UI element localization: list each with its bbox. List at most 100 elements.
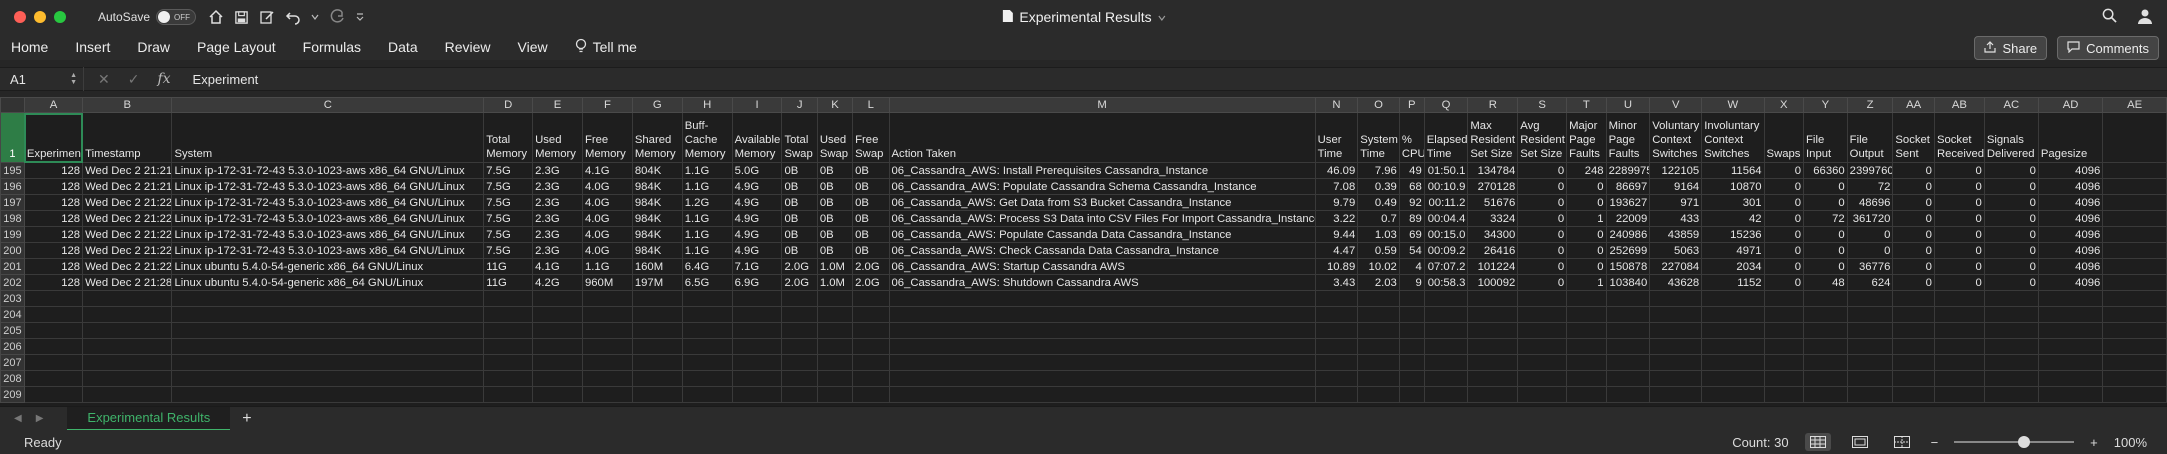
cell[interactable] xyxy=(1933,306,1985,323)
cell[interactable]: 0.59 xyxy=(1357,242,1400,259)
cell[interactable] xyxy=(1314,322,1359,339)
cell[interactable] xyxy=(1605,322,1651,339)
column-header[interactable]: N xyxy=(1314,97,1359,113)
header-cell[interactable]: User Time xyxy=(1314,112,1359,163)
cell[interactable] xyxy=(1423,354,1469,371)
cell[interactable] xyxy=(1763,306,1805,323)
cell[interactable] xyxy=(82,370,173,387)
cell[interactable] xyxy=(2102,162,2167,179)
cell[interactable]: 624 xyxy=(1846,274,1894,291)
cell[interactable] xyxy=(483,306,534,323)
cell[interactable] xyxy=(781,354,818,371)
cell[interactable]: 4.0G xyxy=(581,242,633,259)
tab-formulas[interactable]: Formulas xyxy=(303,39,361,55)
cell[interactable]: 0 xyxy=(1566,178,1607,195)
header-cell[interactable]: Free Memory xyxy=(581,112,633,163)
column-header[interactable]: B xyxy=(82,97,173,113)
cell[interactable]: 10.89 xyxy=(1314,258,1359,275)
cell[interactable] xyxy=(1649,322,1703,339)
cell[interactable] xyxy=(1803,338,1848,355)
cell[interactable] xyxy=(1517,386,1568,403)
cell[interactable] xyxy=(1983,386,2039,403)
cell[interactable]: 48 xyxy=(1803,274,1848,291)
cell[interactable] xyxy=(681,322,733,339)
cell[interactable] xyxy=(1892,338,1935,355)
cell[interactable]: 248 xyxy=(1566,162,1607,179)
cell[interactable]: 4.0G xyxy=(581,210,633,227)
cell[interactable] xyxy=(816,354,854,371)
cell[interactable] xyxy=(2037,370,2104,387)
home-icon[interactable] xyxy=(208,9,224,25)
cell[interactable]: 72 xyxy=(1846,178,1894,195)
cell[interactable]: 0 xyxy=(1983,162,2039,179)
cell[interactable]: 0 xyxy=(1566,194,1607,211)
cell[interactable] xyxy=(2102,354,2167,371)
cell[interactable] xyxy=(631,290,683,307)
cell[interactable]: 101224 xyxy=(1467,258,1519,275)
header-cell[interactable]: System xyxy=(171,112,485,163)
cell[interactable]: 11G xyxy=(483,258,534,275)
page-layout-view-button[interactable] xyxy=(1847,433,1873,451)
cell[interactable] xyxy=(483,354,534,371)
cell[interactable] xyxy=(681,386,733,403)
cell[interactable]: 128 xyxy=(23,194,84,211)
cell[interactable]: 00:15.0 xyxy=(1423,226,1469,243)
redo-icon[interactable] xyxy=(329,9,345,25)
cell[interactable]: 1.1G xyxy=(681,210,733,227)
cell[interactable] xyxy=(1803,306,1848,323)
cell[interactable] xyxy=(581,306,633,323)
cell[interactable] xyxy=(1846,354,1894,371)
cell[interactable] xyxy=(1566,322,1607,339)
cell[interactable]: 11564 xyxy=(1701,162,1765,179)
cell[interactable]: 0B xyxy=(852,194,890,211)
cell[interactable] xyxy=(852,386,890,403)
cell[interactable] xyxy=(1983,354,2039,371)
cell[interactable]: 150878 xyxy=(1605,258,1651,275)
cell[interactable] xyxy=(483,290,534,307)
cell[interactable] xyxy=(2102,226,2167,243)
cell[interactable]: 0 xyxy=(1763,258,1805,275)
cell[interactable] xyxy=(1423,370,1469,387)
header-cell[interactable]: Pagesize xyxy=(2037,112,2104,163)
column-header[interactable]: AD xyxy=(2037,97,2104,113)
cell[interactable] xyxy=(852,322,890,339)
cell[interactable]: 227084 xyxy=(1649,258,1703,275)
row-header[interactable]: 204 xyxy=(0,306,25,323)
cell[interactable] xyxy=(1933,386,1985,403)
column-header[interactable]: W xyxy=(1701,97,1765,113)
cell[interactable]: 6.5G xyxy=(681,274,733,291)
cell[interactable]: 0.49 xyxy=(1357,194,1400,211)
cell[interactable] xyxy=(1846,386,1894,403)
cell[interactable]: 43859 xyxy=(1649,226,1703,243)
save-icon[interactable] xyxy=(234,10,249,25)
cell[interactable]: 984K xyxy=(631,194,683,211)
row-header[interactable]: 196 xyxy=(0,178,25,195)
cell[interactable] xyxy=(631,370,683,387)
cell[interactable] xyxy=(1566,386,1607,403)
header-cell[interactable]: Available Memory xyxy=(731,112,783,163)
cell[interactable] xyxy=(483,386,534,403)
cell[interactable] xyxy=(1517,370,1568,387)
cell[interactable]: 0 xyxy=(1763,194,1805,211)
cell[interactable] xyxy=(1605,306,1651,323)
cell[interactable] xyxy=(1701,370,1765,387)
autosave-toggle[interactable]: OFF xyxy=(156,9,197,25)
column-header[interactable]: F xyxy=(581,97,633,113)
cell[interactable]: 0 xyxy=(1803,242,1848,259)
name-box-stepper-icon[interactable]: ▲ ▼ xyxy=(70,72,77,86)
cell[interactable]: 89 xyxy=(1398,210,1425,227)
cell[interactable]: 2.3G xyxy=(532,194,583,211)
cell[interactable]: 4.9G xyxy=(731,210,783,227)
column-header[interactable]: I xyxy=(731,97,783,113)
cell[interactable] xyxy=(1314,306,1359,323)
column-header[interactable]: M xyxy=(888,97,1316,113)
column-header[interactable]: AE xyxy=(2102,97,2167,113)
cell[interactable]: Linux ubuntu 5.4.0-54-generic x86_64 GNU… xyxy=(171,274,485,291)
cell[interactable] xyxy=(731,290,783,307)
cell[interactable]: 1 xyxy=(1566,274,1607,291)
cell[interactable]: 1.1G xyxy=(581,258,633,275)
cell[interactable] xyxy=(1763,354,1805,371)
cell[interactable] xyxy=(731,338,783,355)
row-header[interactable]: 209 xyxy=(0,386,25,403)
row-header[interactable]: 208 xyxy=(0,370,25,387)
